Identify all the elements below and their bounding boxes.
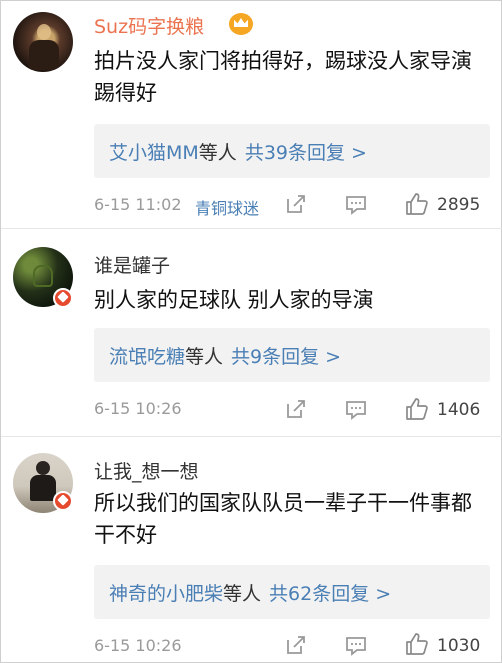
comment-list: Suz码字换粮 拍片没人家门将拍得好，踢球没人家导演踢得好 艾小猫MM 等人 共…	[0, 0, 502, 663]
comment-icon[interactable]	[345, 195, 367, 215]
comment-icon[interactable]	[345, 636, 367, 656]
comment-text: 别人家的足球队 别人家的导演	[94, 288, 374, 312]
like-count: 2895	[437, 195, 481, 215]
thumbs-up-icon[interactable]	[405, 397, 429, 421]
verified-badge-icon	[53, 288, 73, 308]
verified-badge-icon	[53, 491, 73, 511]
fan-tag[interactable]: 青铜球迷	[195, 195, 259, 219]
reply-count[interactable]: 共9条回复 >	[231, 342, 341, 369]
timestamp: 6-15 11:02	[94, 195, 182, 214]
timestamp: 6-15 10:26	[94, 636, 182, 655]
comment-icon[interactable]	[345, 400, 367, 420]
reply-user-name[interactable]: 流氓吃糖	[109, 342, 185, 369]
replies-link[interactable]: 艾小猫MM 等人 共39条回复 >	[94, 124, 490, 178]
reply-user-name[interactable]: 艾小猫MM	[109, 138, 199, 165]
replies-link[interactable]: 流氓吃糖 等人 共9条回复 >	[94, 328, 490, 382]
share-icon[interactable]	[285, 398, 307, 420]
replies-link[interactable]: 神奇的小肥柴 等人 共62条回复 >	[94, 565, 490, 619]
username[interactable]: 谁是罐子	[94, 251, 170, 278]
timestamp: 6-15 10:26	[94, 399, 182, 418]
share-icon[interactable]	[285, 634, 307, 656]
reply-suffix: 等人	[185, 345, 224, 368]
like-count: 1406	[437, 400, 481, 420]
comment-text: 所以我们的国家队队员一辈子干一件事都干不好	[94, 491, 472, 547]
username[interactable]: 让我_想一想	[94, 457, 199, 484]
reply-user-name[interactable]: 神奇的小肥柴	[109, 579, 223, 606]
share-icon[interactable]	[285, 193, 307, 215]
crown-icon	[229, 13, 253, 35]
reply-count[interactable]: 共39条回复 >	[245, 138, 367, 165]
thumbs-up-icon[interactable]	[405, 632, 429, 656]
like-count: 1030	[437, 636, 481, 656]
reply-suffix: 等人	[223, 582, 262, 605]
divider	[1, 228, 502, 229]
reply-suffix: 等人	[198, 141, 237, 164]
comment-text: 拍片没人家门将拍得好，踢球没人家导演踢得好	[94, 49, 472, 105]
avatar[interactable]	[13, 12, 73, 72]
username[interactable]: Suz码字换粮	[94, 12, 204, 39]
reply-count[interactable]: 共62条回复 >	[269, 579, 391, 606]
thumbs-up-icon[interactable]	[405, 192, 429, 216]
divider	[1, 436, 502, 437]
